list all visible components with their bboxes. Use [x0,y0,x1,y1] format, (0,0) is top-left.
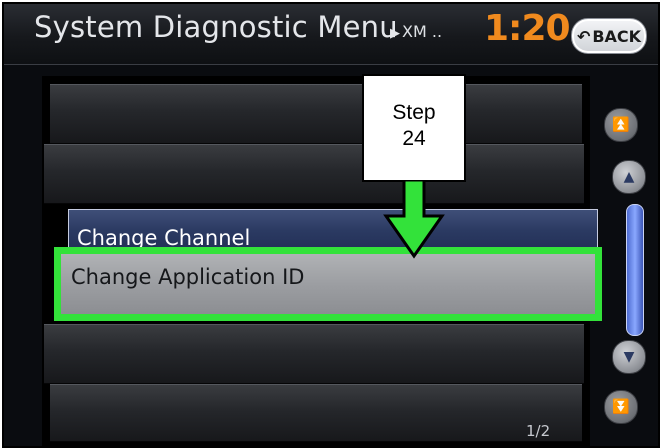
page-indicator: 1/2 [526,422,551,440]
down-arrow-icon [383,180,445,259]
step-callout: Step 24 [362,74,466,182]
back-button[interactable]: ↶ BACK [571,18,647,54]
list-item[interactable] [44,144,584,204]
breadcrumb: XM .. [402,22,443,41]
list-item[interactable] [50,84,582,144]
list-item[interactable] [44,324,584,384]
clock: 1:20 [484,8,571,49]
list-item-label: Change Application ID [71,265,305,289]
breadcrumb-arrow-icon: ▶ [390,26,400,41]
screen-frame: System Diagnostic Menu ▶ XM .. 1:20 ↶ BA… [2,2,660,448]
callout-line2: 24 [402,127,426,150]
header-bar: System Diagnostic Menu ▶ XM .. 1:20 ↶ BA… [4,4,658,65]
back-button-label: BACK [592,26,642,46]
callout-line1: Step [392,101,436,124]
back-arrow-icon: ↶ [576,26,591,46]
list-item-change-application-id[interactable]: Change Application ID [54,247,602,321]
double-up-icon[interactable]: ⏫ [604,108,638,142]
list-item[interactable] [50,384,582,442]
down-icon[interactable]: ▼ [612,340,646,374]
page-title: System Diagnostic Menu [34,10,398,44]
scrollbar[interactable] [626,204,644,336]
up-icon[interactable]: ▲ [612,160,646,194]
double-down-icon[interactable]: ⏬ [604,390,638,424]
